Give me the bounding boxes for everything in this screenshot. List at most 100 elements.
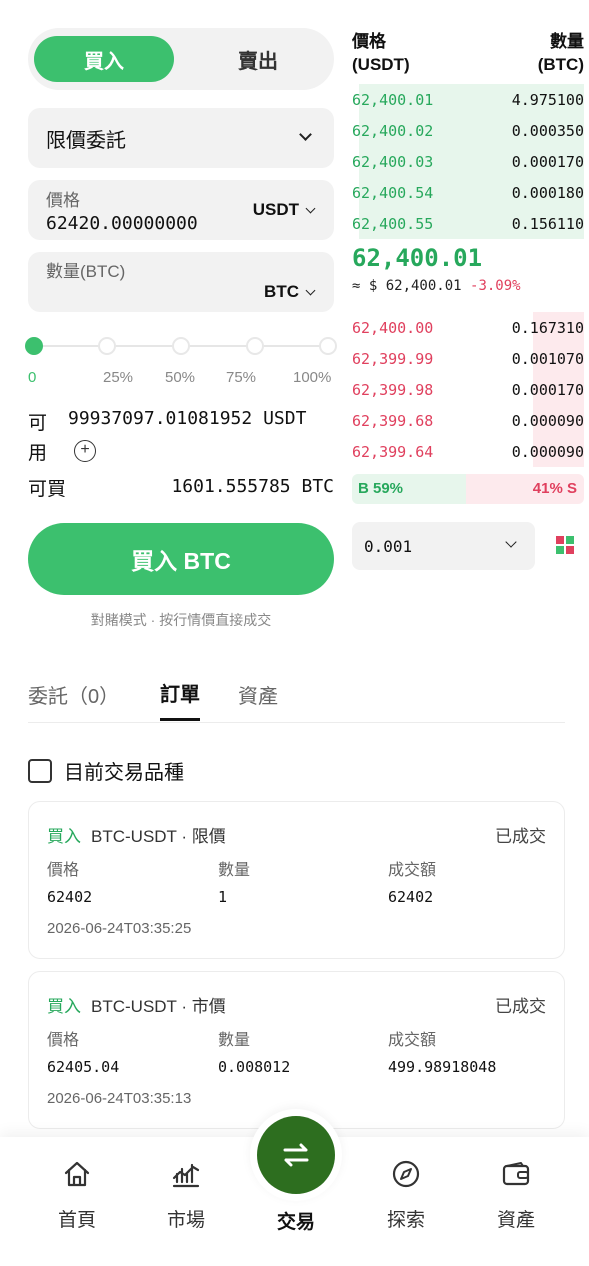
order-pair: BTC-USDT · 限價	[91, 827, 226, 846]
tab-assets[interactable]: 資產	[238, 680, 278, 709]
buy-ratio: B 59%	[352, 474, 466, 504]
header-price-label: 價格	[352, 32, 386, 51]
approx-usd: ≈ $ 62,400.01	[352, 278, 462, 294]
tab-orders-label: 訂單	[160, 684, 200, 706]
nav-explore-label: 探索	[386, 1210, 425, 1231]
order-side: 買入	[47, 827, 81, 846]
price-unit-select[interactable]: USDT	[252, 200, 316, 220]
current-pair-filter[interactable]: 目前交易品種	[28, 756, 184, 785]
quantity-unit-label: BTC	[264, 282, 299, 301]
nav-explore[interactable]: 探索	[366, 1159, 446, 1232]
order-book-header: 價格 (USDT) 數量 (BTC)	[352, 30, 584, 80]
order-card[interactable]: 買入 BTC-USDT · 限價 已成交 價格 62402 數量 1 成交額 62402…	[28, 801, 565, 959]
header-qty-label: 數量	[550, 32, 584, 51]
precision-value: 0.001	[364, 536, 413, 556]
can-buy-label: 可買	[28, 479, 67, 500]
bid-row[interactable]: 62,399.99 0.001070	[352, 343, 584, 374]
slider-stop-100[interactable]	[319, 337, 337, 355]
order-card[interactable]: 買入 BTC-USDT · 市價 已成交 價格 62405.04 數量 0.00801…	[28, 971, 565, 1129]
chevron-down-icon	[305, 285, 316, 295]
quantity-unit-select[interactable]: BTC	[264, 282, 316, 302]
slider-stop-0[interactable]	[25, 337, 43, 355]
available-value: 99937097.01081952 USDT	[68, 408, 307, 429]
order-type-select[interactable]: 限價委託	[28, 108, 334, 168]
bid-row[interactable]: 62,399.68 0.000090	[352, 405, 584, 436]
nav-home[interactable]: 首頁	[37, 1159, 117, 1232]
home-icon	[64, 1161, 90, 1187]
nav-trade-label: 交易	[276, 1212, 315, 1233]
slider-tick: 0	[28, 369, 37, 386]
order-time: 2026-06-24T03:35:13	[47, 1090, 192, 1107]
slider-tick: 75%	[226, 369, 257, 386]
ask-row[interactable]: 62,400.02 0.000350	[352, 115, 584, 146]
filter-checkbox[interactable]	[28, 758, 52, 783]
order-time: 2026-06-24T03:35:25	[47, 920, 192, 937]
nav-market[interactable]: 市場	[146, 1159, 226, 1232]
filter-label: 目前交易品種	[64, 762, 184, 784]
order-title: 買入 BTC-USDT · 市價	[47, 992, 226, 1017]
order-book: 價格 (USDT) 數量 (BTC) 62,400.01 4.975100 62,…	[352, 30, 584, 570]
header-price-unit: (USDT)	[352, 55, 410, 74]
slider-tick: 50%	[165, 369, 196, 386]
tab-orders[interactable]: 訂單	[160, 678, 200, 721]
order-amount: 成交額 499.98918048	[388, 1032, 497, 1076]
tab-underline	[160, 718, 200, 721]
price-input[interactable]: 62420.00000000	[46, 213, 198, 234]
bid-rows: 62,400.00 0.167310 62,399.99 0.001070 62,3…	[352, 312, 584, 467]
quantity-field[interactable]: 數量(BTC) BTC	[28, 252, 334, 312]
order-price: 價格 62402	[47, 862, 93, 906]
quantity-placeholder: 數量(BTC)	[46, 262, 126, 281]
plus-circle-icon[interactable]: +	[74, 440, 96, 462]
price-unit-label: USDT	[252, 200, 299, 219]
price-label: 價格	[46, 191, 80, 210]
side-toggle: 買入 賣出	[28, 28, 334, 90]
slider-stop-50[interactable]	[172, 337, 190, 355]
order-title: 買入 BTC-USDT · 限價	[47, 822, 226, 847]
nav-market-label: 市場	[166, 1210, 205, 1231]
order-status: 已成交	[495, 827, 546, 846]
chevron-down-icon	[505, 536, 517, 548]
nav-assets-label: 資產	[496, 1210, 535, 1231]
buy-sell-ratio-bar: B 59% 41% S	[352, 474, 584, 504]
price-field[interactable]: 價格 62420.00000000 USDT	[28, 180, 334, 240]
sell-tab[interactable]: 賣出	[188, 36, 328, 82]
tab-pending[interactable]: 委託（0）	[28, 680, 119, 709]
bid-row[interactable]: 62,399.98 0.000170	[352, 374, 584, 405]
precision-select[interactable]: 0.001	[352, 522, 535, 570]
nav-home-label: 首頁	[57, 1210, 96, 1231]
ask-row[interactable]: 62,400.55 0.156110	[352, 208, 584, 239]
slider-stop-75[interactable]	[246, 337, 264, 355]
book-layout-icon[interactable]	[556, 536, 574, 554]
nav-assets[interactable]: 資產	[476, 1159, 556, 1232]
last-price: 62,400.01	[352, 244, 483, 272]
can-buy-value: 1601.555785 BTC	[171, 476, 334, 497]
available-label-1: 可	[28, 413, 48, 434]
can-buy-row: 可買 1601.555785 BTC	[28, 474, 334, 501]
amount-slider[interactable]	[25, 336, 337, 356]
order-type-label: 限價委託	[46, 129, 126, 152]
order-amount: 成交額 62402	[388, 862, 437, 906]
ask-row[interactable]: 62,400.03 0.000170	[352, 146, 584, 177]
price-change: -3.09%	[470, 278, 521, 294]
buy-tab[interactable]: 買入	[34, 36, 174, 82]
chevron-down-icon	[299, 128, 312, 141]
slider-tick: 25%	[103, 369, 134, 386]
available-balance: 可 用 99937097.01081952 USDT +	[28, 408, 334, 468]
order-status: 已成交	[495, 997, 546, 1016]
nav-trade[interactable]	[257, 1116, 335, 1194]
order-tabs: 委託（0） 訂單 資產	[28, 670, 565, 723]
bottom-nav: 首頁 市場 交易 探索 資產	[0, 1109, 589, 1266]
slider-tick: 100%	[293, 369, 332, 386]
swap-arrows-icon	[283, 1143, 309, 1167]
order-price: 價格 62405.04	[47, 1032, 120, 1076]
buy-btc-button[interactable]: 買入 BTC	[28, 523, 334, 595]
order-pair: BTC-USDT · 市價	[91, 997, 226, 1016]
ask-row[interactable]: 62,400.01 4.975100	[352, 84, 584, 115]
slider-stop-25[interactable]	[98, 337, 116, 355]
last-price-sub: ≈ $ 62,400.01 -3.09%	[352, 278, 584, 294]
available-label-2: 用	[28, 443, 48, 464]
bid-row[interactable]: 62,400.00 0.167310	[352, 312, 584, 343]
trade-panel: 買入 賣出 限價委託 價格 62420.00000000 USDT 數量(BTC…	[25, 28, 337, 628]
bid-row[interactable]: 62,399.64 0.000090	[352, 436, 584, 467]
ask-row[interactable]: 62,400.54 0.000180	[352, 177, 584, 208]
